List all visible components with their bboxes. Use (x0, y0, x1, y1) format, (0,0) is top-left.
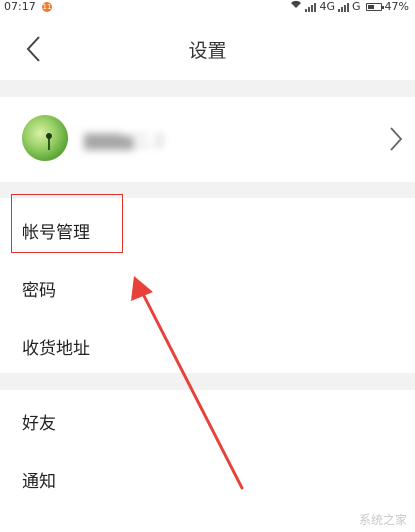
menu-item-label: 通知 (22, 472, 56, 492)
settings-group-account: 帐号管理 密码 收货地址 (0, 198, 415, 373)
username: ▇▇▇▆二 2 (84, 131, 165, 150)
profile-row[interactable]: ▇▇▇▆二 2 (0, 97, 415, 182)
signal-icon-2 (338, 2, 350, 12)
menu-item-password[interactable]: 密码 (0, 257, 415, 315)
battery-percent: 47% (384, 0, 409, 13)
header: 设置 (0, 14, 415, 80)
notification-badge: 11 (42, 2, 52, 12)
status-time: 07:17 (4, 0, 36, 13)
menu-item-friends[interactable]: 好友 (0, 390, 415, 448)
avatar (22, 115, 68, 161)
chevron-right-icon (390, 127, 403, 151)
menu-item-label: 帐号管理 (22, 223, 90, 243)
watermark: 系统之家 (358, 513, 407, 527)
menu-item-account-management[interactable]: 帐号管理 (0, 199, 415, 257)
menu-item-notifications[interactable]: 通知 (0, 448, 415, 506)
page-title: 设置 (188, 40, 227, 62)
network-type-2: G (352, 0, 361, 13)
battery-icon (365, 3, 384, 11)
status-bar: 07:17 11 4G G 47% (0, 0, 415, 14)
menu-item-label: 收货地址 (22, 339, 90, 359)
menu-item-label: 密码 (22, 281, 56, 301)
signal-icon (305, 2, 317, 12)
settings-group-social: 好友 通知 (0, 390, 415, 532)
menu-item-shipping-address[interactable]: 收货地址 (0, 315, 415, 373)
menu-item-label: 好友 (22, 414, 56, 434)
wifi-icon (290, 0, 302, 14)
status-icons: 4G G 47% (290, 0, 409, 14)
network-type-1: 4G (319, 0, 336, 13)
